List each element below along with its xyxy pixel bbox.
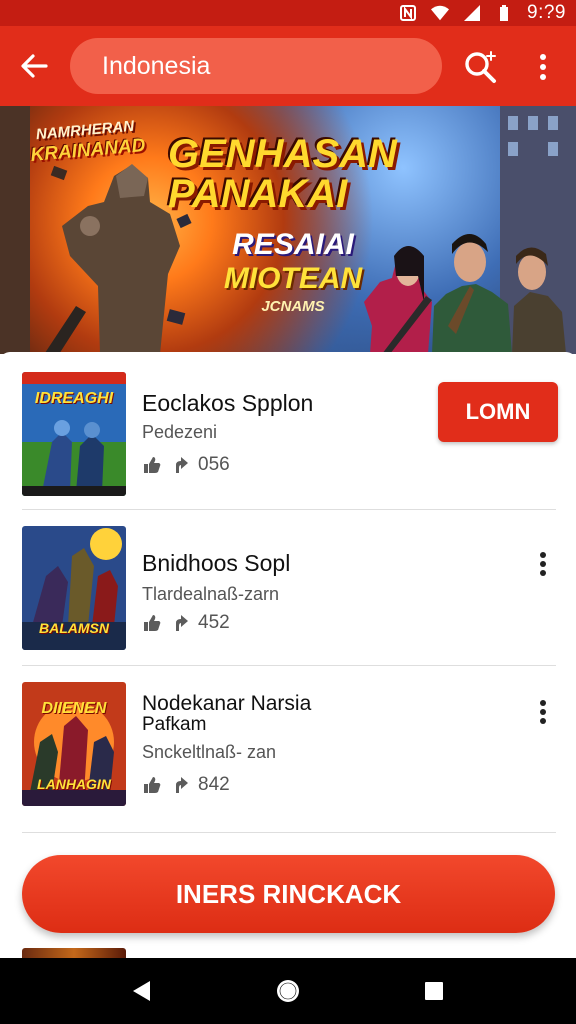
arrow-left-icon [21,54,48,78]
item-subtitle: Tlardealnaß-zarn [142,584,280,604]
promo-banner[interactable]: NAMRHERAN KRAINANAD GENHASAN PANAKAI RES… [0,106,576,354]
item-stats: 842 [142,774,230,796]
more-vertical-icon [540,700,546,724]
thumbnail-text: IDREAGHI [34,390,114,407]
top-app-bar: Indonesia [0,26,576,106]
primary-cta-button[interactable]: INERS RINCKACK [22,855,555,933]
item-count: 056 [198,454,230,475]
circle-home-icon [277,980,299,1002]
thumbnail-text: BALAMSN [39,620,109,636]
nav-home-button[interactable] [272,975,304,1007]
thumbs-up-icon [144,615,161,631]
list-item[interactable]: IDREAGHI Eoclakos Spplon Pedezeni 056 LO… [0,352,576,508]
item-count: 842 [198,774,230,795]
nav-recents-button[interactable] [418,975,450,1007]
nav-back-button[interactable] [126,975,158,1007]
banner-subtitle-2: MIOTEAN [223,262,363,295]
share-arrow-icon [176,457,188,473]
item-menu-button[interactable] [530,548,556,580]
signal-icon [464,5,481,21]
n-notification-icon [400,5,417,21]
thumbnail-text: LANHAGIN [37,776,111,792]
item-stats: 452 [142,612,230,634]
more-vertical-icon [540,552,546,576]
banner-subtitle-1: RESAIAI [232,228,354,261]
search-sparkle-icon [465,51,496,83]
battery-icon [500,5,509,21]
list-item[interactable]: DIIENEN LANHAGIN Nodekanar Narsia Pafkam… [0,666,576,822]
search-button[interactable] [460,46,502,88]
triangle-back-icon [133,981,150,1001]
item-count: 452 [198,612,230,633]
status-bar: 9:?9 [0,0,576,26]
item-subtitle: Pedezeni [142,422,218,442]
status-time: 9:?9 [527,2,566,23]
list-item[interactable]: BALAMSN Bnidhoos Sopl Tlardealnaß-zarn 4… [0,510,576,666]
back-button[interactable] [14,46,54,86]
thumbs-up-icon [144,777,161,793]
thumbs-up-icon [144,457,161,473]
square-recents-icon [425,982,443,1000]
item-title: Eoclakos Spplon [142,390,314,416]
item-title: Bnidhoos Sopl [142,550,291,576]
game-thumbnail: DIIENEN LANHAGIN [22,682,126,806]
share-arrow-icon [176,777,188,793]
item-title: Nodekanar Narsia [142,692,312,715]
overflow-menu-button[interactable] [526,46,560,88]
system-nav-bar [0,958,576,1024]
item-menu-button[interactable] [530,696,556,728]
item-stats: 056 [142,454,230,476]
item-subtitle: Snckeltlnaß- zan [142,742,277,762]
search-input[interactable]: Indonesia [70,38,442,94]
wifi-icon [431,5,450,21]
banner-title: GENHASAN PANAKAI [168,132,397,216]
item-title-line2: Pafkam [142,714,207,735]
banner-subtitle-3: JCNAMS [261,298,325,315]
divider [22,832,556,833]
game-thumbnail: IDREAGHI [22,372,126,496]
game-thumbnail: BALAMSN [22,526,126,650]
thumbnail-text: DIIENEN [41,700,107,717]
share-arrow-icon [176,615,188,631]
more-vertical-icon [540,54,546,80]
item-action-button[interactable]: LOMN [438,382,558,442]
search-query-text: Indonesia [102,51,211,80]
